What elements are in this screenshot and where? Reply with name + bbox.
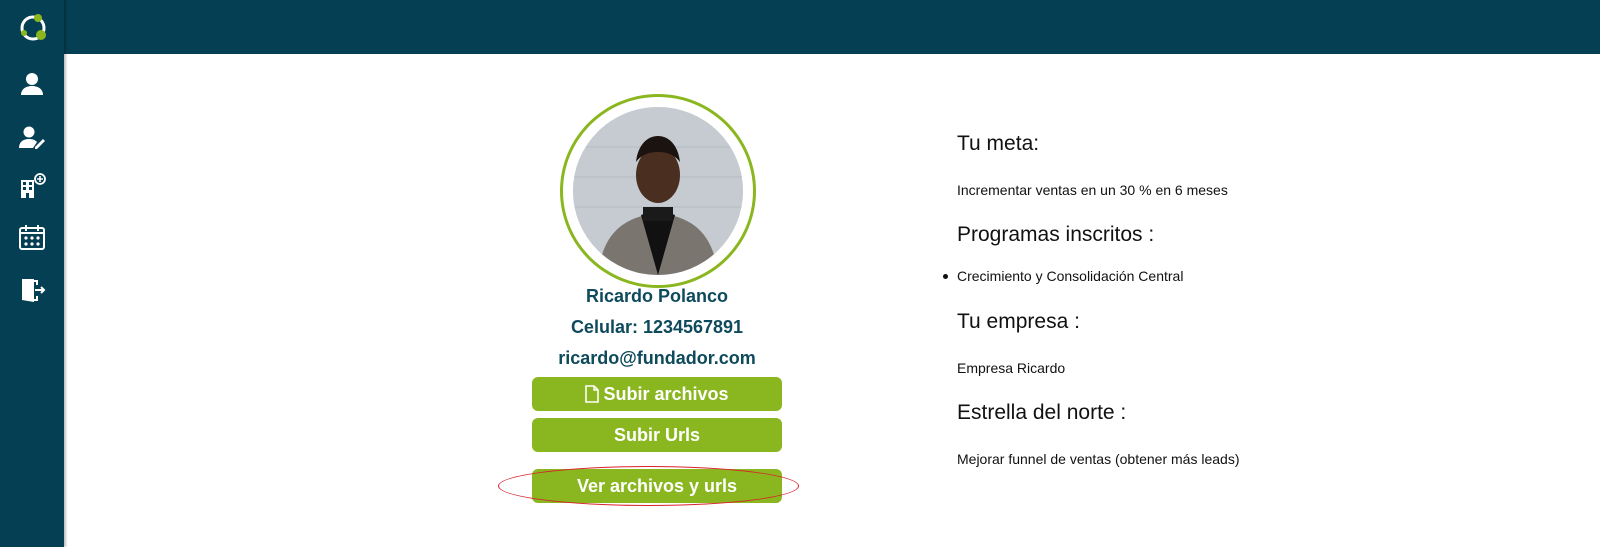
north-star-heading: Estrella del norte :: [957, 401, 1127, 424]
file-icon: [585, 385, 600, 403]
avatar: [573, 107, 743, 275]
nav-logout[interactable]: [0, 270, 64, 310]
goal-heading: Tu meta:: [957, 132, 1040, 155]
upload-urls-button[interactable]: Subir Urls: [532, 418, 782, 452]
user-icon: [21, 73, 43, 95]
nav-edit-profile[interactable]: [0, 117, 64, 157]
programs-heading: Programas inscritos :: [957, 223, 1155, 246]
goal-value: Incrementar ventas en un 30 % en 6 meses: [957, 182, 1228, 198]
view-files-urls-label: Ver archivos y urls: [576, 475, 738, 496]
view-files-urls-button[interactable]: Ver archivos y urls: [532, 469, 782, 503]
program-item: Crecimiento y Consolidación Central: [942, 268, 1184, 284]
upload-files-button[interactable]: Subir archivos: [532, 377, 782, 411]
top-bar: [0, 0, 1600, 54]
profile-name: Ricardo Polanco: [585, 286, 729, 306]
logout-door-icon: [22, 279, 46, 302]
company-value: Empresa Ricardo: [957, 360, 1066, 376]
nav-calendar[interactable]: [0, 217, 64, 257]
profile-phone: Celular: 1234567891: [570, 317, 744, 337]
profile-email: ricardo@fundador.com: [558, 348, 756, 368]
calendar-icon: [19, 225, 45, 250]
app-logo-icon[interactable]: [17, 12, 49, 44]
upload-files-label: Subir archivos: [603, 383, 729, 404]
sidebar: [0, 0, 64, 547]
nav-profile[interactable]: [0, 64, 64, 104]
north-star-value: Mejorar funnel de ventas (obtener más le…: [957, 451, 1240, 467]
upload-urls-label: Subir Urls: [613, 424, 701, 445]
avatar-frame: [560, 94, 756, 288]
programs-list: Crecimiento y Consolidación Central: [942, 268, 1184, 284]
user-edit-icon: [19, 126, 45, 149]
nav-add-company[interactable]: [0, 166, 64, 206]
company-heading: Tu empresa :: [957, 310, 1080, 333]
building-add-icon: [21, 173, 46, 198]
